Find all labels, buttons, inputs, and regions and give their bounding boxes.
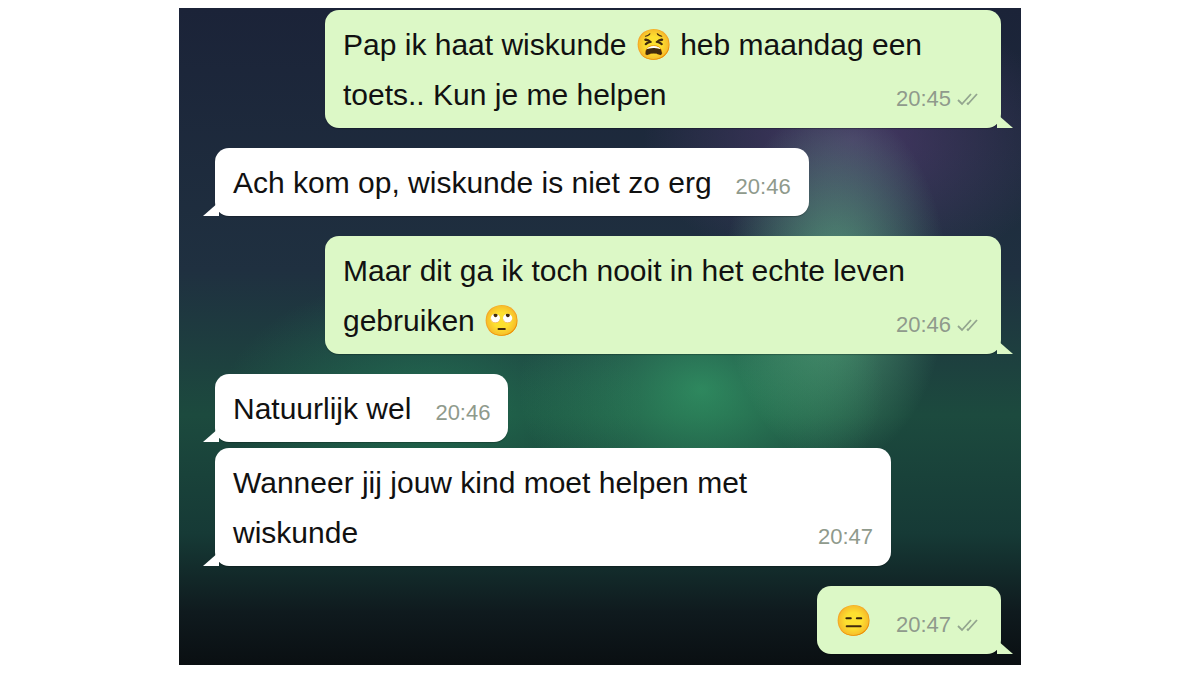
page: Pap ik haat wiskunde 😫 heb maandag een t… [0,0,1200,675]
message-text: Pap ik haat wiskunde 😫 heb maandag een t… [343,28,922,111]
message-time: 20:46 [435,400,490,426]
chat-area: Pap ik haat wiskunde 😫 heb maandag een t… [179,8,1021,665]
message-row: Maar dit ga ik toch nooit in het echte l… [215,236,1001,354]
message-time: 20:47 [818,524,873,550]
message-time: 20:47 [896,612,951,638]
incoming-message[interactable]: Ach kom op, wiskunde is niet zo erg 20:46 [215,148,809,216]
message-row: 😑 20:47 [215,586,1001,654]
message-meta: 20:47 [896,612,983,638]
message-meta: 20:46 [435,400,490,426]
message-text: Wanneer jij jouw kind moet helpen met wi… [233,466,747,549]
message-time: 20:46 [896,312,951,338]
double-check-icon [957,317,983,333]
outgoing-message[interactable]: Pap ik haat wiskunde 😫 heb maandag een t… [325,10,1001,128]
incoming-message[interactable]: Wanneer jij jouw kind moet helpen met wi… [215,448,891,566]
message-meta: 20:46 [736,174,791,200]
message-meta: 20:45 [896,86,983,112]
message-row: Pap ik haat wiskunde 😫 heb maandag een t… [215,10,1001,128]
message-meta: 20:47 [818,524,873,550]
message-text: 😑 [835,604,872,637]
message-row: Wanneer jij jouw kind moet helpen met wi… [215,448,1001,566]
message-text: Maar dit ga ik toch nooit in het echte l… [343,254,905,337]
message-meta: 20:46 [896,312,983,338]
message-time: 20:45 [896,86,951,112]
double-check-icon [957,91,983,107]
message-text: Natuurlijk wel [233,392,411,425]
outgoing-message[interactable]: Maar dit ga ik toch nooit in het echte l… [325,236,1001,354]
double-check-icon [957,617,983,633]
message-text: Ach kom op, wiskunde is niet zo erg [233,166,712,199]
message-time: 20:46 [736,174,791,200]
message-row: Natuurlijk wel 20:46 [215,374,1001,442]
incoming-message[interactable]: Natuurlijk wel 20:46 [215,374,508,442]
outgoing-message[interactable]: 😑 20:47 [817,586,1001,654]
message-row: Ach kom op, wiskunde is niet zo erg 20:46 [215,148,1001,216]
